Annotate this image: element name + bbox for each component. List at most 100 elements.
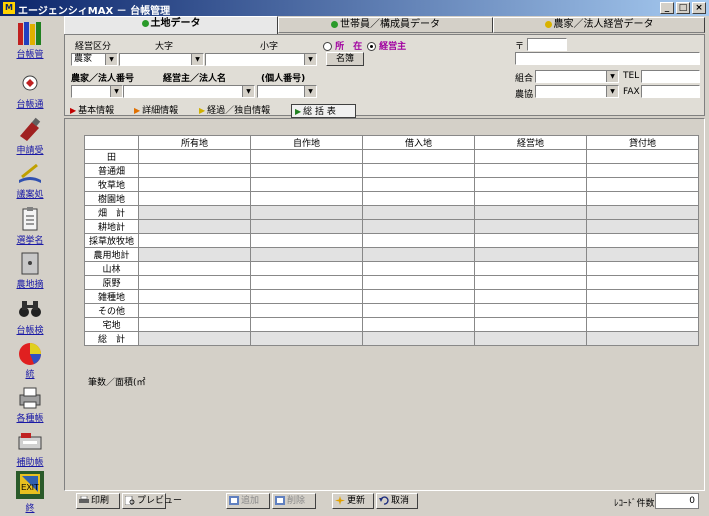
sidebar-item-exit[interactable]: EXIT 終 bbox=[2, 468, 58, 516]
table-cell[interactable] bbox=[362, 191, 475, 206]
table-cell[interactable] bbox=[586, 191, 699, 206]
chevron-down-icon[interactable]: ▼ bbox=[105, 54, 117, 65]
table-cell[interactable] bbox=[362, 261, 475, 276]
table-cell[interactable] bbox=[250, 289, 363, 304]
tel-field[interactable] bbox=[641, 70, 700, 83]
kumiai-select[interactable]: ▼ bbox=[535, 70, 619, 83]
table-cell[interactable] bbox=[474, 233, 587, 248]
table-cell[interactable] bbox=[586, 303, 699, 318]
table-cell[interactable] bbox=[138, 163, 251, 178]
sidebar-item-election[interactable]: 選挙名 bbox=[2, 204, 58, 252]
table-cell[interactable] bbox=[362, 149, 475, 164]
update-button[interactable]: 更新 bbox=[332, 493, 374, 509]
table-cell[interactable] bbox=[474, 317, 587, 332]
cancel-button[interactable]: 取消 bbox=[376, 493, 418, 509]
address-field[interactable] bbox=[515, 52, 700, 65]
table-cell[interactable] bbox=[362, 163, 475, 178]
table-cell[interactable] bbox=[474, 289, 587, 304]
table-cell[interactable] bbox=[474, 149, 587, 164]
table-cell[interactable] bbox=[138, 317, 251, 332]
table-cell[interactable] bbox=[362, 317, 475, 332]
table-cell[interactable] bbox=[586, 177, 699, 192]
table-cell[interactable] bbox=[250, 177, 363, 192]
farm-number-select[interactable]: ▼ bbox=[71, 85, 123, 98]
chevron-down-icon[interactable]: ▼ bbox=[606, 86, 618, 97]
table-cell[interactable] bbox=[138, 261, 251, 276]
sidebar-item-notice[interactable]: 台帳通 bbox=[2, 68, 58, 116]
maximize-button[interactable]: □ bbox=[676, 2, 690, 14]
sidebar-item-farmland[interactable]: 農地摘 bbox=[2, 248, 58, 296]
table-cell[interactable] bbox=[250, 191, 363, 206]
table-cell[interactable] bbox=[474, 261, 587, 276]
postal-code-field[interactable] bbox=[527, 38, 567, 51]
table-cell[interactable] bbox=[250, 317, 363, 332]
chevron-down-icon[interactable]: ▼ bbox=[242, 86, 254, 97]
chevron-down-icon[interactable]: ▼ bbox=[110, 86, 122, 97]
table-cell[interactable] bbox=[138, 177, 251, 192]
radio-operator[interactable]: 経営主 bbox=[367, 39, 406, 52]
radio-location[interactable]: 所 在 bbox=[323, 39, 362, 52]
subtab-basic-info[interactable]: ▶ 基本情報 bbox=[70, 104, 114, 118]
meibo-button[interactable]: 名簿 bbox=[326, 52, 364, 66]
close-button[interactable]: × bbox=[692, 2, 706, 14]
table-cell[interactable] bbox=[362, 303, 475, 318]
table-cell[interactable] bbox=[362, 233, 475, 248]
table-cell[interactable] bbox=[362, 177, 475, 192]
sidebar-item-agenda[interactable]: 議案処 bbox=[2, 158, 58, 206]
table-cell[interactable] bbox=[138, 233, 251, 248]
table-cell[interactable] bbox=[250, 275, 363, 290]
table-cell[interactable] bbox=[250, 163, 363, 178]
radio-operator-circle[interactable] bbox=[367, 42, 376, 51]
table-cell[interactable] bbox=[586, 289, 699, 304]
minimize-button[interactable]: _ bbox=[660, 2, 674, 14]
table-cell[interactable] bbox=[474, 177, 587, 192]
management-type-select[interactable]: 農家 ▼ bbox=[71, 53, 118, 66]
sidebar-item-search[interactable]: 台帳検 bbox=[2, 294, 58, 342]
preview-button[interactable]: プレビュー bbox=[122, 493, 182, 509]
sidebar-item-stats[interactable]: 統 bbox=[2, 338, 58, 386]
table-cell[interactable] bbox=[586, 233, 699, 248]
subtab-summary[interactable]: ▶ 総 括 表 bbox=[291, 104, 356, 118]
table-cell[interactable] bbox=[586, 163, 699, 178]
table-cell[interactable] bbox=[474, 303, 587, 318]
owner-name-select[interactable]: ▼ bbox=[123, 85, 255, 98]
table-cell[interactable] bbox=[138, 149, 251, 164]
table-cell[interactable] bbox=[474, 191, 587, 206]
subtab-detail-info[interactable]: ▶ 詳細情報 bbox=[134, 104, 178, 118]
subtab-history-info[interactable]: ▶ 経過／独自情報 bbox=[199, 104, 270, 118]
table-cell[interactable] bbox=[138, 191, 251, 206]
table-cell[interactable] bbox=[586, 149, 699, 164]
tab-land-data[interactable]: 土地データ bbox=[64, 16, 278, 35]
table-cell[interactable] bbox=[586, 261, 699, 276]
koaza-select[interactable]: ▼ bbox=[205, 53, 317, 66]
radio-location-circle[interactable] bbox=[323, 42, 332, 51]
table-cell[interactable] bbox=[362, 289, 475, 304]
sidebar-item-application[interactable]: 申請受 bbox=[2, 114, 58, 162]
table-cell[interactable] bbox=[250, 149, 363, 164]
print-button[interactable]: 印刷 bbox=[76, 493, 120, 509]
table-cell[interactable] bbox=[586, 317, 699, 332]
table-cell[interactable] bbox=[362, 275, 475, 290]
tab-household-members[interactable]: 世帯員／構成員データ bbox=[278, 17, 493, 33]
chevron-down-icon[interactable]: ▼ bbox=[304, 86, 316, 97]
chevron-down-icon[interactable]: ▼ bbox=[191, 54, 203, 65]
sidebar-item-reports[interactable]: 各種帳 bbox=[2, 382, 58, 430]
table-cell[interactable] bbox=[474, 275, 587, 290]
personal-number-select[interactable]: ▼ bbox=[257, 85, 317, 98]
append-button[interactable]: 追加 bbox=[226, 493, 270, 509]
fax-field[interactable] bbox=[641, 85, 700, 98]
table-cell[interactable] bbox=[586, 275, 699, 290]
nokyo-select[interactable]: ▼ bbox=[535, 85, 619, 98]
oaza-select[interactable]: ▼ bbox=[119, 53, 204, 66]
table-cell[interactable] bbox=[250, 233, 363, 248]
delete-button[interactable]: 削除 bbox=[272, 493, 316, 509]
chevron-down-icon[interactable]: ▼ bbox=[304, 54, 316, 65]
chevron-down-icon[interactable]: ▼ bbox=[606, 71, 618, 82]
table-cell[interactable] bbox=[138, 303, 251, 318]
tab-farm-management[interactable]: 農家／法人経営データ bbox=[493, 17, 705, 33]
table-cell[interactable] bbox=[138, 289, 251, 304]
sidebar-item-ledger[interactable]: 台帳管 bbox=[2, 18, 58, 66]
table-cell[interactable] bbox=[474, 163, 587, 178]
table-cell[interactable] bbox=[250, 303, 363, 318]
sidebar-item-support[interactable]: 補助帳 bbox=[2, 426, 58, 474]
